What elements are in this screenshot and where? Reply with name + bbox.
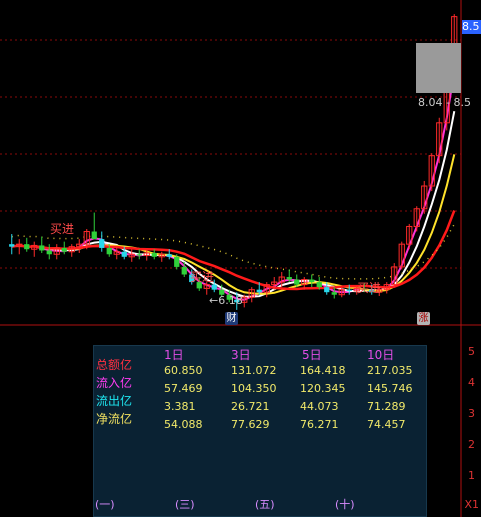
cell-net-10d: 74.457 xyxy=(367,418,406,431)
row-label-net: 净流亿 xyxy=(96,412,133,426)
badge-zhang[interactable]: 涨 xyxy=(417,312,430,325)
right-axis-tick: 2 xyxy=(468,438,475,451)
candle-body xyxy=(294,279,300,285)
row-label-total: 总额亿 xyxy=(96,358,133,372)
scale-factor-label: X1 xyxy=(464,498,479,511)
right-axis-tick: 5 xyxy=(468,345,475,358)
ma-line-3 xyxy=(11,71,456,301)
candle-body xyxy=(331,292,337,295)
candles xyxy=(9,14,458,310)
cell-outflow-1d: 3.381 xyxy=(164,400,196,413)
candle-body xyxy=(91,231,97,240)
candle-body xyxy=(106,247,112,255)
candle-body xyxy=(151,253,157,257)
price-scale-top: 8.5 xyxy=(462,20,481,34)
candle-body xyxy=(136,254,142,256)
candle-body xyxy=(46,250,52,255)
candle-body xyxy=(316,282,322,288)
cell-outflow-3d: 26.721 xyxy=(231,400,270,413)
cell-net-3d: 77.629 xyxy=(231,418,270,431)
row-label-outflow: 流出亿 xyxy=(96,394,133,408)
tab-1d[interactable]: (一) xyxy=(95,496,115,512)
support-dotted-line xyxy=(11,223,455,280)
tab-3d[interactable]: (三) xyxy=(175,496,195,512)
cell-outflow-5d: 44.073 xyxy=(300,400,339,413)
cell-net-1d: 54.088 xyxy=(164,418,203,431)
candle-body xyxy=(324,287,330,293)
cell-total-10d: 217.035 xyxy=(367,364,413,377)
badge-cai[interactable]: 财 xyxy=(225,312,238,325)
buy-signal-left: 买进 xyxy=(50,222,75,236)
buy-signal-right: 买进 xyxy=(357,281,382,295)
right-axis-tick: 1 xyxy=(468,469,475,482)
cell-inflow-5d: 120.345 xyxy=(300,382,346,395)
col-header-5d: 5日 xyxy=(302,348,322,362)
arrow-left-icon: ← xyxy=(209,294,219,307)
candle-body xyxy=(39,245,45,251)
tab-5d[interactable]: (五) xyxy=(255,496,275,512)
candle-body xyxy=(99,239,105,248)
fund-flow-panel: 1日 3日 5日 10日 总额亿 流入亿 流出亿 净流亿 60.850 131.… xyxy=(93,345,427,517)
candle-body xyxy=(121,251,127,257)
low-price-marker: ←6.18 xyxy=(209,294,243,307)
limit-up-box xyxy=(416,43,461,93)
cell-inflow-10d: 145.746 xyxy=(367,382,413,395)
candle-body xyxy=(286,277,292,280)
candle-body xyxy=(174,256,180,267)
cell-total-3d: 131.072 xyxy=(231,364,277,377)
candle-body xyxy=(256,289,262,293)
candle-body xyxy=(211,284,217,290)
ma-line-5 xyxy=(11,111,456,298)
cell-outflow-10d: 71.289 xyxy=(367,400,406,413)
cell-net-5d: 76.271 xyxy=(300,418,339,431)
right-axis-tick: 4 xyxy=(468,376,475,389)
candle-body xyxy=(166,254,172,257)
tab-10d[interactable]: (十) xyxy=(335,496,355,512)
col-header-3d: 3日 xyxy=(231,348,251,362)
candle-body xyxy=(181,266,187,275)
candle-body xyxy=(9,244,15,247)
candle-body xyxy=(309,279,315,283)
row-label-inflow: 流入亿 xyxy=(96,376,133,390)
col-header-1d: 1日 xyxy=(164,348,184,362)
candle-body xyxy=(61,247,67,252)
right-axis-tick: 3 xyxy=(468,407,475,420)
col-header-10d: 10日 xyxy=(367,348,395,362)
candle-body xyxy=(24,244,30,250)
candle-body xyxy=(346,289,352,291)
moving-average-lines xyxy=(11,71,456,301)
cell-total-1d: 60.850 xyxy=(164,364,203,377)
price-range-label: 8.04 - 8.5 xyxy=(418,96,471,109)
cell-inflow-1d: 57.469 xyxy=(164,382,203,395)
buy-signal-mid: 买进 xyxy=(190,270,215,284)
cell-total-5d: 164.418 xyxy=(300,364,346,377)
cell-inflow-3d: 104.350 xyxy=(231,382,277,395)
